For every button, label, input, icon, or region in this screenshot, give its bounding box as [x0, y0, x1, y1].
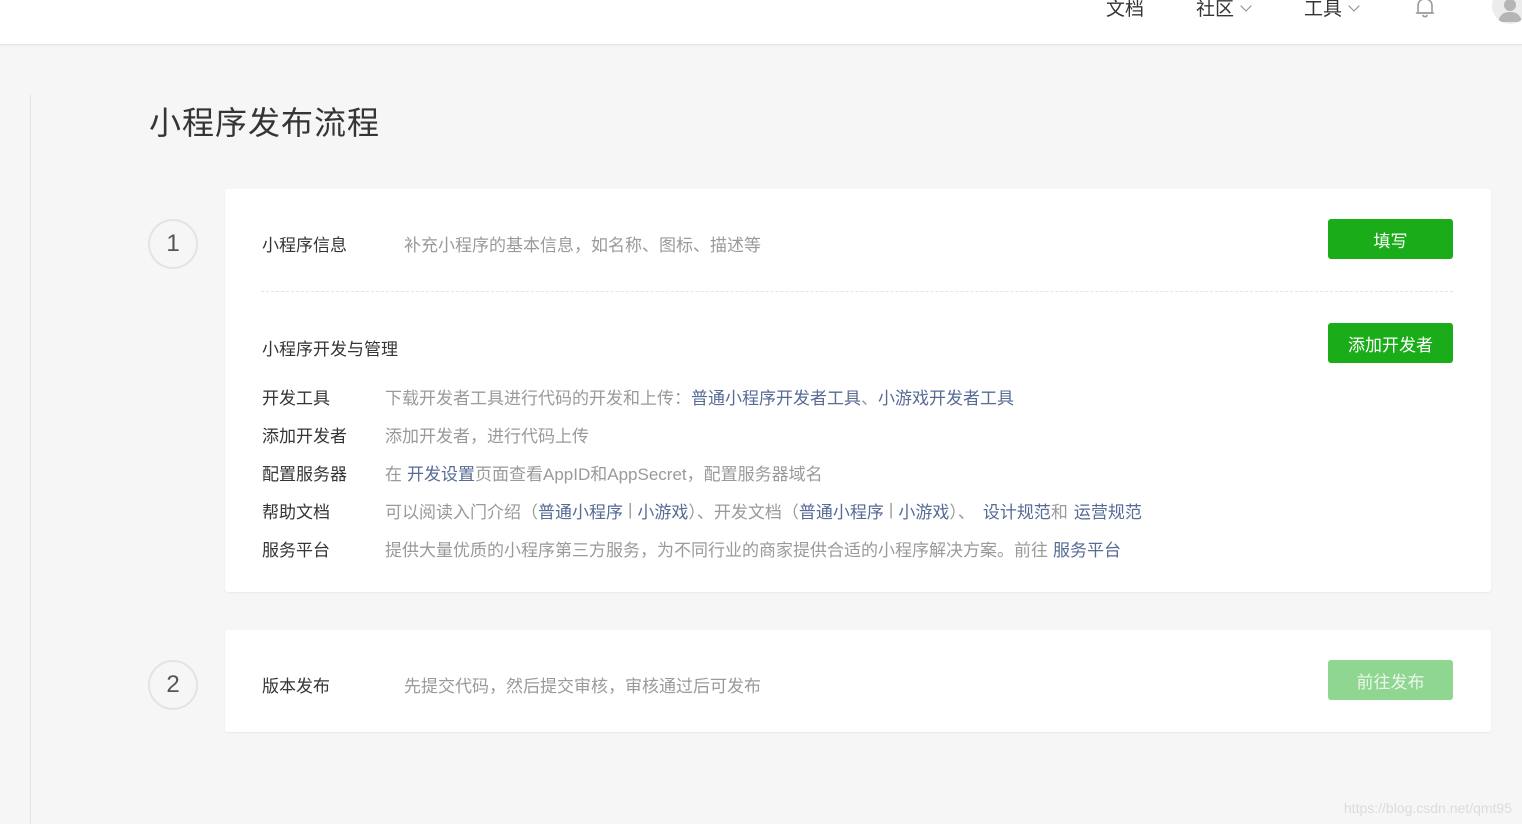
step1-card: 小程序信息 补充小程序的基本信息，如名称、图标、描述等 填写 小程序开发与管理 … — [225, 189, 1491, 592]
help-docs-bar-2: | — [888, 500, 894, 519]
step-number-1: 1 — [148, 219, 198, 269]
nav-community[interactable]: 社区 — [1196, 0, 1252, 21]
docs-mini-game-link[interactable]: 小游戏 — [898, 498, 949, 523]
dev-tools-sep: 、 — [861, 388, 878, 408]
help-docs-key: 帮助文档 — [262, 502, 330, 522]
step2-card: 版本发布 先提交代码，然后提交审核，审核通过后可发布 前往发布 — [225, 630, 1491, 732]
help-docs-text-1: 可以阅读入门介绍（ — [385, 502, 538, 522]
nav-community-label: 社区 — [1196, 0, 1235, 20]
section-divider — [261, 291, 1453, 292]
left-divider — [30, 95, 31, 824]
chevron-down-icon — [1348, 0, 1360, 12]
service-platform-key: 服务平台 — [262, 540, 330, 560]
server-config-key: 配置服务器 — [262, 464, 347, 484]
operation-guide-link[interactable]: 运营规范 — [1074, 498, 1142, 523]
version-release-label: 版本发布 — [262, 677, 330, 696]
avatar[interactable] — [1492, 0, 1522, 24]
nav-tools-label: 工具 — [1304, 0, 1343, 20]
help-docs-row: 帮助文档 可以阅读入门介绍（ 普通小程序 | 小游戏 ）、开发文档（ 普通小程序… — [262, 497, 1142, 523]
service-platform-text: 提供大量优质的小程序第三方服务，为不同行业的商家提供合适的小程序解决方案。前往 — [385, 540, 1048, 560]
chevron-down-icon — [1240, 0, 1252, 12]
nav-docs[interactable]: 文档 — [1106, 0, 1144, 21]
mini-program-info-desc: 补充小程序的基本信息，如名称、图标、描述等 — [404, 236, 761, 255]
mini-game-devtools-link[interactable]: 小游戏开发者工具 — [878, 384, 1014, 409]
docs-mini-program-link[interactable]: 普通小程序 — [799, 498, 884, 523]
dev-tools-text: 下载开发者工具进行代码的开发和上传： — [385, 388, 691, 408]
help-docs-text-2: ）、开发文档（ — [688, 502, 799, 522]
service-platform-row: 服务平台 提供大量优质的小程序第三方服务，为不同行业的商家提供合适的小程序解决方… — [262, 535, 1121, 561]
server-config-pre: 在 — [385, 464, 402, 484]
go-release-button[interactable]: 前往发布 — [1328, 660, 1453, 700]
server-config-row: 配置服务器 在 开发设置 页面查看AppID和AppSecret，配置服务器域名 — [262, 459, 823, 485]
dev-management-label: 小程序开发与管理 — [262, 340, 398, 359]
design-guide-link[interactable]: 设计规范 — [983, 498, 1051, 523]
nav-tools[interactable]: 工具 — [1304, 0, 1360, 21]
user-icon — [1498, 0, 1522, 22]
watermark: https://blog.csdn.net/qmt95 — [1343, 800, 1512, 816]
mini-program-devtools-link[interactable]: 普通小程序开发者工具 — [691, 384, 861, 409]
intro-mini-program-link[interactable]: 普通小程序 — [538, 498, 623, 523]
intro-mini-game-link[interactable]: 小游戏 — [637, 498, 688, 523]
fill-info-button[interactable]: 填写 — [1328, 219, 1453, 259]
add-developer-key: 添加开发者 — [262, 426, 347, 446]
version-release-desc: 先提交代码，然后提交审核，审核通过后可发布 — [404, 677, 761, 696]
help-docs-text-3: ）、 — [949, 502, 975, 522]
add-developer-text: 添加开发者，进行代码上传 — [385, 426, 589, 446]
help-docs-bar-1: | — [628, 500, 633, 519]
server-config-post: 页面查看AppID和AppSecret，配置服务器域名 — [475, 464, 823, 484]
add-developer-button[interactable]: 添加开发者 — [1328, 323, 1453, 363]
dev-settings-link[interactable]: 开发设置 — [407, 460, 475, 485]
nav-docs-label: 文档 — [1106, 0, 1145, 20]
step-number-2: 2 — [148, 660, 198, 710]
service-platform-link[interactable]: 服务平台 — [1053, 536, 1121, 561]
add-developer-row: 添加开发者 添加开发者，进行代码上传 — [262, 421, 589, 447]
mini-program-info-label: 小程序信息 — [262, 236, 347, 255]
page-title: 小程序发布流程 — [149, 105, 381, 141]
top-navbar: 文档 社区 工具 — [0, 0, 1522, 45]
help-docs-text-4: 和 — [1050, 502, 1068, 522]
dev-tools-key: 开发工具 — [262, 388, 330, 408]
dev-tools-row: 开发工具 下载开发者工具进行代码的开发和上传： 普通小程序开发者工具 、 小游戏… — [262, 383, 1014, 409]
bell-icon[interactable] — [1413, 0, 1437, 20]
